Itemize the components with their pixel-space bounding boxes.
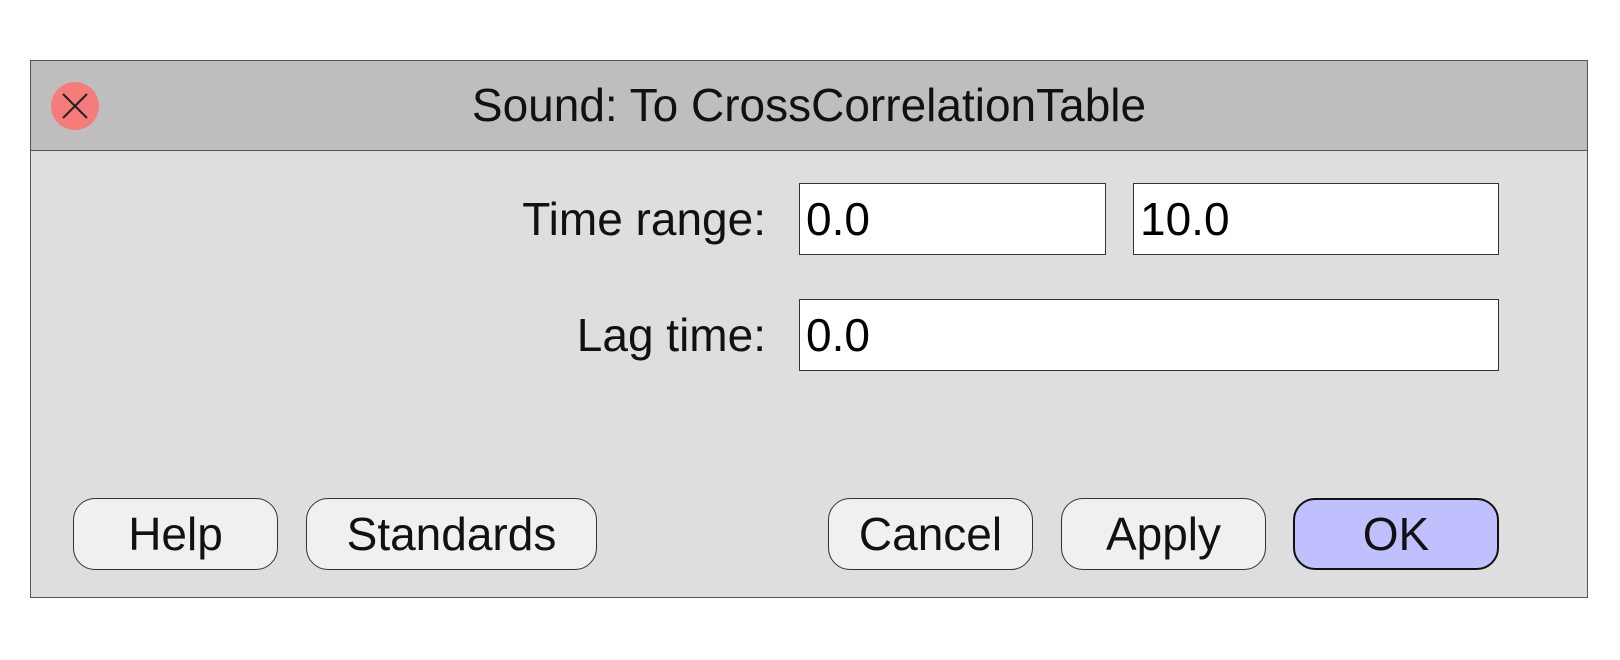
time-range-label: Time range: bbox=[522, 193, 766, 245]
time-range-from-field[interactable] bbox=[799, 183, 1106, 255]
dialog-title: Sound: To CrossCorrelationTable bbox=[471, 79, 1147, 131]
standards-button[interactable]: Standards bbox=[306, 498, 597, 570]
ok-button[interactable]: OK bbox=[1293, 498, 1499, 570]
help-button[interactable]: Help bbox=[73, 498, 278, 570]
dialog-window: Sound: To CrossCorrelationTable Time ran… bbox=[30, 60, 1588, 598]
cancel-button[interactable]: Cancel bbox=[828, 498, 1033, 570]
time-range-to-field[interactable] bbox=[1133, 183, 1499, 255]
lag-time-field[interactable] bbox=[799, 299, 1499, 371]
title-bar: Sound: To CrossCorrelationTable bbox=[31, 61, 1587, 151]
apply-button[interactable]: Apply bbox=[1061, 498, 1266, 570]
lag-time-label: Lag time: bbox=[576, 309, 766, 361]
